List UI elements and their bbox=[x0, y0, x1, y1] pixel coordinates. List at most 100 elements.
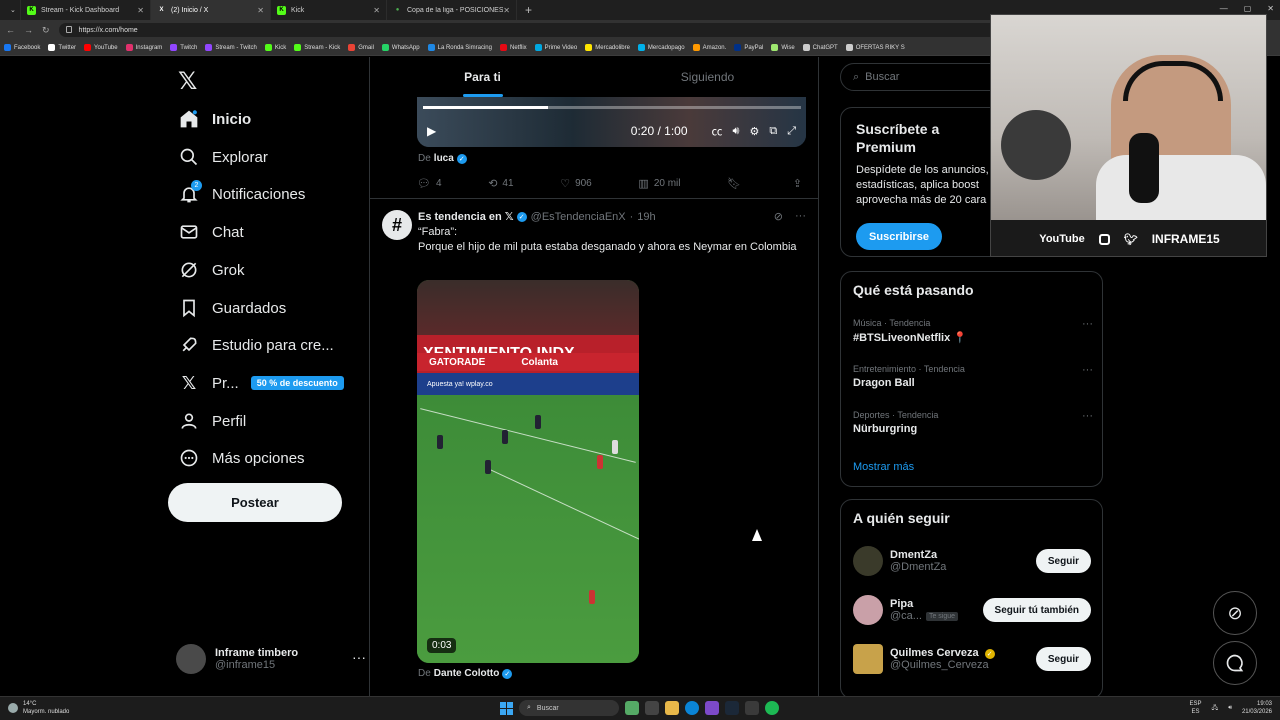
video-progress-bar[interactable] bbox=[423, 106, 801, 109]
bookmark-twitch[interactable]: Twitch bbox=[170, 44, 197, 51]
close-window-icon[interactable]: ✕ bbox=[1267, 4, 1274, 13]
tweet-video[interactable]: XENTIMIENTO INDX GATORADE Colanta Apuest… bbox=[417, 280, 639, 663]
maximize-icon[interactable]: ▢ bbox=[1244, 4, 1252, 13]
reply-button[interactable]: 💬︎ 4 bbox=[417, 177, 442, 190]
account-switcher[interactable]: Inframe timbero @inframe15 ··· bbox=[176, 641, 366, 677]
nav-item-inicio[interactable]: Inicio bbox=[178, 104, 251, 134]
forward-icon[interactable]: → bbox=[24, 25, 33, 35]
nav-item-perfil[interactable]: Perfil bbox=[178, 406, 246, 436]
edge-icon[interactable] bbox=[685, 701, 699, 715]
nav-item-estudio[interactable]: Estudio para cre... bbox=[178, 330, 334, 360]
trend-item[interactable]: Entretenimiento · Tendencia Dragon Ball … bbox=[853, 364, 1093, 389]
volume-icon[interactable]: 🔊︎ bbox=[1228, 705, 1232, 712]
nav-item-grok[interactable]: Grok bbox=[178, 255, 245, 285]
tab-para-ti[interactable]: Para ti bbox=[370, 57, 595, 97]
url-field[interactable]: https://x.com/home bbox=[58, 23, 999, 37]
browser-tab-kick[interactable]: K Kick ✕ bbox=[271, 0, 387, 20]
x-logo-icon[interactable]: 𝕏 bbox=[178, 67, 197, 96]
follow-suggestion[interactable]: DmentZa @DmentZa Seguir bbox=[853, 544, 1091, 578]
bookmark-mercadolibre[interactable]: Mercadolibre bbox=[585, 44, 630, 51]
subscribe-button[interactable]: Suscribirse bbox=[856, 223, 942, 250]
bookmark-facebook[interactable]: Facebook bbox=[4, 44, 40, 51]
discord-icon[interactable] bbox=[705, 701, 719, 715]
bookmark-chatgpt[interactable]: ChatGPT bbox=[802, 44, 838, 51]
weather-widget[interactable]: 14°C Mayorm. nublado bbox=[8, 700, 69, 716]
grok-icon[interactable]: ⊘ bbox=[774, 210, 783, 223]
minimize-icon[interactable]: — bbox=[1220, 4, 1228, 13]
browser-tab-x-home[interactable]: X (2) Inicio / X ✕ bbox=[151, 0, 271, 20]
tab-siguiendo[interactable]: Siguiendo bbox=[595, 57, 818, 97]
nav-item-mas-opciones[interactable]: Más opciones bbox=[178, 443, 305, 473]
follow-suggestion[interactable]: Pipa @ca... Te sigue Seguir tú también bbox=[853, 593, 1091, 627]
from-user-link[interactable]: Dante Colotto bbox=[434, 668, 500, 679]
taskbar-search[interactable]: ⌕ Buscar bbox=[519, 700, 619, 716]
tweet-time[interactable]: 19h bbox=[637, 211, 655, 223]
retweet-button[interactable]: ⟲ 41 bbox=[488, 177, 513, 190]
spotify-icon[interactable] bbox=[765, 701, 779, 715]
nav-item-guardados[interactable]: Guardados bbox=[178, 293, 286, 323]
captions-icon[interactable]: ㏄ bbox=[712, 123, 723, 139]
close-icon[interactable]: ✕ bbox=[257, 6, 264, 15]
steam-icon[interactable] bbox=[725, 701, 739, 715]
post-button[interactable]: Postear bbox=[168, 483, 342, 522]
volume-icon[interactable]: 🔊︎ bbox=[733, 125, 740, 138]
show-more-link[interactable]: Mostrar más bbox=[853, 461, 914, 473]
from-user-link[interactable]: luca bbox=[434, 153, 454, 164]
video-player[interactable]: ▶ 0:20 / 1:00 ㏄ 🔊︎ ⚙ ⧉ ⤢ bbox=[417, 97, 806, 147]
views-button[interactable]: ▥ 20 mil bbox=[638, 177, 680, 190]
nav-item-notificaciones[interactable]: 2 Notificaciones bbox=[178, 179, 305, 209]
bookmark-wise[interactable]: Wise bbox=[771, 44, 795, 51]
avatar[interactable]: # bbox=[382, 210, 412, 240]
back-icon[interactable]: ← bbox=[6, 25, 15, 35]
task-view-icon[interactable] bbox=[645, 701, 659, 715]
file-explorer-icon[interactable] bbox=[665, 701, 679, 715]
trend-item[interactable]: Música · Tendencia #BTSLiveonNetflix 📍 ·… bbox=[853, 318, 1093, 344]
bookmark-netflix[interactable]: Netflix bbox=[499, 44, 527, 51]
new-tab-button[interactable]: + bbox=[517, 3, 540, 17]
browser-tab-kick-dashboard[interactable]: K Stream - Kick Dashboard ✕ bbox=[21, 0, 151, 20]
author-name[interactable]: Es tendencia en 𝕏 bbox=[418, 210, 514, 223]
bookmark-amazon[interactable]: Amazon. bbox=[692, 44, 726, 51]
follow-button[interactable]: Seguir bbox=[1035, 647, 1091, 671]
bookmark-stream-twitch[interactable]: Stream - Twitch bbox=[205, 44, 257, 51]
nav-item-premium[interactable]: 𝕏 Pr... 50 % de descuento bbox=[178, 368, 344, 398]
fullscreen-icon[interactable]: ⤢ bbox=[787, 125, 796, 138]
more-icon[interactable]: ··· bbox=[1082, 318, 1093, 330]
clock[interactable]: 19:03 21/03/2026 bbox=[1242, 700, 1272, 716]
follow-back-button[interactable]: Seguir tú también bbox=[982, 598, 1091, 622]
bookmark-mercadopago[interactable]: Mercadopago bbox=[637, 44, 685, 51]
author-handle[interactable]: @EsTendenciaEnX bbox=[531, 211, 626, 223]
share-button[interactable]: ⇪ bbox=[793, 177, 807, 190]
follow-suggestion[interactable]: Quilmes Cerveza ✓ @Quilmes_Cerveza Segui… bbox=[853, 642, 1091, 676]
nav-item-explorar[interactable]: Explorar bbox=[178, 142, 268, 172]
tab-menu-icon[interactable]: ⌄ bbox=[0, 0, 21, 20]
settings-icon[interactable]: ⚙ bbox=[749, 125, 759, 138]
close-icon[interactable]: ✕ bbox=[503, 6, 510, 15]
bookmark-kick[interactable]: Kick bbox=[264, 44, 286, 51]
more-icon[interactable]: ··· bbox=[795, 210, 806, 223]
bookmark-ofertas-riky-s[interactable]: OFERTAS RIKY S bbox=[845, 44, 905, 51]
grok-float-button[interactable]: ⊘ bbox=[1213, 591, 1257, 635]
language-indicator[interactable]: ESP ES bbox=[1189, 700, 1201, 716]
windows-start-icon[interactable] bbox=[500, 701, 513, 715]
play-icon[interactable]: ▶ bbox=[427, 124, 436, 138]
bookmark-la-ronda-simracing[interactable]: La Ronda Simracing bbox=[427, 44, 492, 51]
reload-icon[interactable]: ↻ bbox=[42, 25, 50, 36]
bookmark-button[interactable]: 🔖︎ bbox=[727, 177, 746, 190]
browser-tab-copa-liga[interactable]: ● Copa de la liga - POSICIONES, RE... ✕ bbox=[387, 0, 517, 20]
bookmark-instagram[interactable]: Instagram bbox=[125, 44, 162, 51]
bookmark-prime-video[interactable]: Prime Video bbox=[534, 44, 577, 51]
bookmark-stream-kick[interactable]: Stream - Kick bbox=[294, 44, 340, 51]
app-icon[interactable] bbox=[745, 701, 759, 715]
like-button[interactable]: ♡ 906 bbox=[560, 177, 592, 190]
trend-item[interactable]: Deportes · Tendencia Nürburgring ··· bbox=[853, 410, 1093, 435]
chat-float-button[interactable] bbox=[1213, 641, 1257, 685]
close-icon[interactable]: ✕ bbox=[373, 6, 380, 15]
bookmark-twitter[interactable]: Twitter bbox=[48, 44, 76, 51]
network-icon[interactable]: 🖧︎ bbox=[1211, 703, 1218, 713]
pip-icon[interactable]: ⧉ bbox=[769, 125, 777, 138]
nav-item-chat[interactable]: Chat bbox=[178, 217, 244, 247]
widgets-app-icon[interactable] bbox=[625, 701, 639, 715]
bookmark-youtube[interactable]: YouTube bbox=[84, 44, 118, 51]
bookmark-paypal[interactable]: PayPal bbox=[734, 44, 763, 51]
